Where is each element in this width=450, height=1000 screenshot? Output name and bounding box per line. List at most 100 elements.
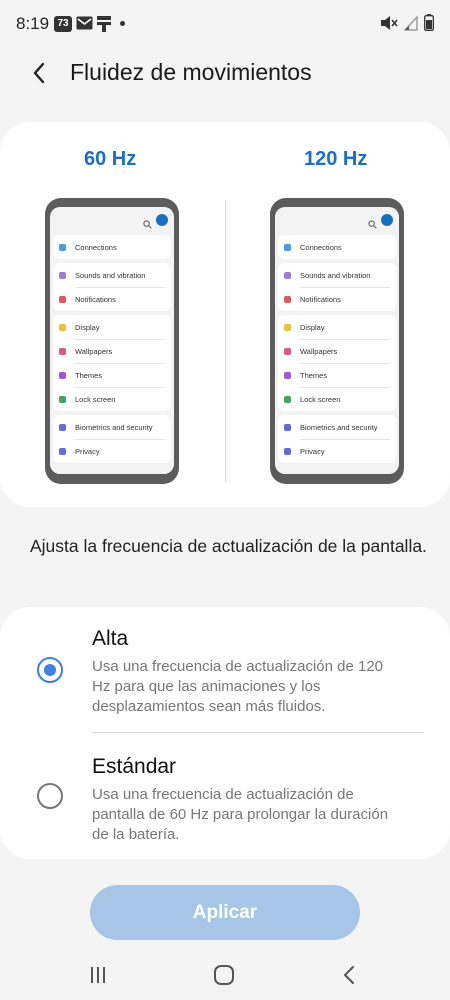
settings-item: Themes	[53, 363, 171, 387]
phone-preview-120hz: Connections Sounds and vibration Notific…	[270, 198, 404, 484]
settings-item-label: Lock screen	[75, 394, 116, 404]
sound-icon	[59, 271, 66, 279]
search-icon	[143, 216, 152, 229]
settings-item: Connections	[278, 235, 396, 259]
settings-group: Display Wallpapers Themes Lock screen	[278, 315, 396, 411]
settings-item: Connections	[53, 235, 171, 259]
settings-item-label: Notifications	[75, 294, 116, 304]
privacy-icon	[284, 447, 291, 455]
status-time: 8:19	[16, 14, 50, 33]
preview-card: 60 Hz 120 Hz Connections Sounds and vibr…	[0, 122, 450, 507]
settings-item-label: Wallpapers	[75, 346, 113, 356]
settings-group: Sounds and vibration Notifications	[53, 263, 171, 311]
settings-group: Connections	[278, 235, 396, 259]
settings-item-label: Sounds and vibration	[75, 270, 146, 280]
settings-item-label: Biometrics and security	[300, 422, 378, 432]
settings-item-label: Themes	[300, 370, 328, 380]
settings-item-label: Sounds and vibration	[300, 270, 371, 280]
radio-standard[interactable]	[37, 783, 63, 809]
phone-screen: Connections Sounds and vibration Notific…	[50, 207, 174, 474]
phone-screen-header	[50, 207, 174, 235]
vpn-icon	[97, 16, 111, 37]
settings-item: Lock screen	[278, 387, 396, 411]
option-standard-title: Estándar	[92, 755, 177, 778]
phone-screen: Connections Sounds and vibration Notific…	[275, 207, 399, 474]
status-icons	[380, 14, 434, 36]
settings-item: Wallpapers	[53, 339, 171, 363]
settings-item-label: Themes	[75, 370, 103, 380]
settings-item: Wallpapers	[278, 339, 396, 363]
lock-screen-icon	[284, 395, 291, 403]
avatar-icon	[381, 214, 393, 226]
lock-screen-icon	[59, 395, 66, 403]
refresh-rate-options: Alta Usa una frecuencia de actualización…	[0, 607, 450, 859]
settings-item-label: Connections	[75, 242, 117, 252]
home-icon[interactable]	[209, 960, 239, 990]
option-standard-description: Usa una frecuencia de actualización de p…	[92, 786, 389, 843]
phone-screen-header	[275, 207, 399, 235]
radio-high-selected[interactable]	[37, 657, 63, 683]
back-icon[interactable]	[335, 960, 365, 990]
settings-item-label: Wallpapers	[300, 346, 338, 356]
search-icon	[368, 216, 377, 229]
themes-icon	[284, 371, 291, 379]
sound-icon	[284, 271, 291, 279]
settings-item: Notifications	[53, 287, 171, 311]
settings-group: Display Wallpapers Themes Lock screen	[53, 315, 171, 411]
settings-item-label: Privacy	[75, 446, 100, 456]
preview-divider	[225, 200, 226, 482]
wifi-icon	[59, 243, 66, 251]
themes-icon	[59, 371, 66, 379]
settings-item: Display	[53, 315, 171, 339]
biometrics-icon	[59, 423, 66, 431]
privacy-icon	[59, 447, 66, 455]
option-high-description: Usa una frecuencia de actualización de 1…	[92, 658, 384, 715]
notifications-icon	[284, 295, 291, 303]
settings-group: Biometrics and security Privacy	[53, 415, 171, 463]
hz-120-label: 120 Hz	[304, 148, 368, 170]
app-header: Fluidez de movimientos	[0, 52, 450, 94]
battery-icon	[424, 14, 434, 36]
settings-item-label: Connections	[300, 242, 342, 252]
option-high[interactable]: Alta Usa una frecuencia de actualización…	[0, 625, 450, 745]
option-high-title: Alta	[92, 627, 129, 650]
dot-icon	[120, 21, 125, 26]
options-divider	[92, 732, 424, 733]
option-standard[interactable]: Estándar Usa una frecuencia de actualiza…	[0, 753, 450, 873]
settings-item-label: Privacy	[300, 446, 325, 456]
settings-group: Biometrics and security Privacy	[278, 415, 396, 463]
recent-apps-icon[interactable]	[83, 960, 113, 990]
gmail-icon	[76, 16, 93, 35]
settings-item: Notifications	[278, 287, 396, 311]
page-title: Fluidez de movimientos	[70, 59, 312, 85]
settings-item: Sounds and vibration	[278, 263, 396, 287]
apply-button[interactable]: Aplicar	[90, 885, 360, 940]
avatar-icon	[156, 214, 168, 226]
settings-group: Sounds and vibration Notifications	[278, 263, 396, 311]
settings-item: Lock screen	[53, 387, 171, 411]
notification-badge: 73	[54, 16, 72, 32]
settings-item-label: Notifications	[300, 294, 341, 304]
back-button[interactable]	[28, 60, 52, 86]
settings-item-label: Display	[75, 322, 100, 332]
settings-item: Biometrics and security	[278, 415, 396, 439]
settings-item: Themes	[278, 363, 396, 387]
display-icon	[284, 323, 291, 331]
phone-preview-60hz: Connections Sounds and vibration Notific…	[45, 198, 179, 484]
settings-item: Sounds and vibration	[53, 263, 171, 287]
navigation-bar	[0, 950, 450, 1000]
settings-item: Display	[278, 315, 396, 339]
back-arrow-icon	[33, 62, 45, 84]
status-bar: 8:19 73	[0, 0, 450, 52]
wallpapers-icon	[284, 347, 291, 355]
settings-item: Biometrics and security	[53, 415, 171, 439]
hz-60-label: 60 Hz	[84, 148, 137, 170]
biometrics-icon	[284, 423, 291, 431]
settings-item: Privacy	[278, 439, 396, 463]
wifi-icon	[284, 243, 291, 251]
wallpapers-icon	[59, 347, 66, 355]
notifications-icon	[59, 295, 66, 303]
screen-description: Ajusta la frecuencia de actualización de…	[30, 536, 427, 556]
settings-item: Privacy	[53, 439, 171, 463]
settings-item-label: Biometrics and security	[75, 422, 153, 432]
